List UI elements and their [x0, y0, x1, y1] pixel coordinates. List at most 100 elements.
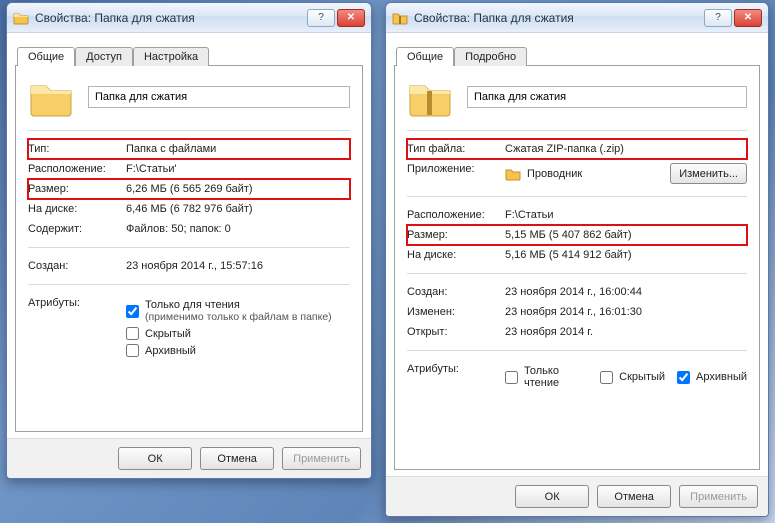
row-ondisk: На диске: 6,46 МБ (6 782 976 байт) — [28, 199, 350, 219]
type-value: Сжатая ZIP-папка (.zip) — [505, 143, 747, 155]
attr-readonly[interactable]: Только для чтения (применимо только к фа… — [126, 297, 350, 325]
attr-hidden-label: Скрытый — [619, 371, 665, 383]
attr-hidden-checkbox[interactable] — [126, 327, 139, 340]
created-label: Создан: — [407, 286, 499, 298]
ondisk-label: На диске: — [28, 203, 120, 215]
contains-value: Файлов: 50; папок: 0 — [126, 223, 350, 235]
attr-archive[interactable]: Архивный — [126, 342, 350, 359]
location-value: F:\Статьи' — [126, 163, 350, 175]
tab-general[interactable]: Общие — [17, 47, 75, 66]
help-button[interactable]: ? — [307, 9, 335, 27]
ondisk-value: 5,16 МБ (5 414 912 байт) — [505, 249, 747, 261]
row-attributes: Атрибуты: Только для чтения (применимо т… — [28, 293, 350, 363]
explorer-icon — [505, 166, 521, 182]
created-value: 23 ноября 2014 г., 15:57:16 — [126, 260, 350, 272]
apply-button[interactable]: Применить — [282, 447, 361, 470]
opened-value: 23 ноября 2014 г. — [505, 326, 747, 338]
dialog-footer: ОК Отмена Применить — [386, 476, 768, 516]
row-opened: Открыт: 23 ноября 2014 г. — [407, 322, 747, 342]
size-label: Размер: — [407, 229, 499, 241]
attributes-label: Атрибуты: — [407, 363, 499, 375]
row-type: Тип файла: Сжатая ZIP-папка (.zip) — [407, 139, 747, 159]
tabstrip: Общие Доступ Настройка — [7, 37, 371, 65]
close-button[interactable]: ✕ — [337, 9, 365, 27]
dialog-footer: ОК Отмена Применить — [7, 438, 371, 478]
row-created: Создан: 23 ноября 2014 г., 15:57:16 — [28, 256, 350, 276]
size-value: 6,26 МБ (6 565 269 байт) — [126, 183, 350, 195]
ondisk-value: 6,46 МБ (6 782 976 байт) — [126, 203, 350, 215]
attr-archive-checkbox[interactable] — [126, 344, 139, 357]
size-label: Размер: — [28, 183, 120, 195]
attr-hidden[interactable]: Скрытый — [600, 369, 665, 386]
opened-label: Открыт: — [407, 326, 499, 338]
row-attributes: Атрибуты: Только чтение Скрытый Архивный — [407, 359, 747, 395]
tab-details[interactable]: Подробно — [454, 47, 527, 66]
ok-button[interactable]: ОК — [515, 485, 589, 508]
attr-archive-checkbox[interactable] — [677, 371, 690, 384]
size-value: 5,15 МБ (5 407 862 байт) — [505, 229, 747, 241]
folder-large-icon — [28, 76, 74, 118]
zip-icon — [392, 10, 408, 26]
titlebar[interactable]: Свойства: Папка для сжатия ? ✕ — [386, 3, 768, 33]
location-value: F:\Статьи — [505, 209, 747, 221]
attr-readonly-checkbox[interactable] — [126, 305, 139, 318]
row-type: Тип: Папка с файлами — [28, 139, 350, 159]
close-button[interactable]: ✕ — [734, 9, 762, 27]
tab-panel-general: Тип: Папка с файлами Расположение: F:\Ст… — [15, 65, 363, 432]
row-contains: Содержит: Файлов: 50; папок: 0 — [28, 219, 350, 239]
properties-dialog-folder: Свойства: Папка для сжатия ? ✕ Общие Дос… — [6, 2, 372, 479]
modified-label: Изменен: — [407, 306, 499, 318]
row-location: Расположение: F:\Статьи' — [28, 159, 350, 179]
attr-readonly[interactable]: Только чтение — [505, 363, 588, 391]
created-value: 23 ноября 2014 г., 16:00:44 — [505, 286, 747, 298]
cancel-button[interactable]: Отмена — [597, 485, 671, 508]
attr-archive-label: Архивный — [696, 371, 747, 383]
zip-large-icon — [407, 76, 453, 118]
row-app: Приложение: Проводник Изменить... — [407, 159, 747, 188]
row-ondisk: На диске: 5,16 МБ (5 414 912 байт) — [407, 245, 747, 265]
window-controls: ? ✕ — [307, 9, 365, 27]
app-value: Проводник — [527, 168, 582, 180]
title-text: Свойства: Папка для сжатия — [35, 11, 301, 25]
row-created: Создан: 23 ноября 2014 г., 16:00:44 — [407, 282, 747, 302]
created-label: Создан: — [28, 260, 120, 272]
attr-hidden[interactable]: Скрытый — [126, 325, 350, 342]
attr-readonly-checkbox[interactable] — [505, 371, 518, 384]
app-label: Приложение: — [407, 163, 499, 175]
row-size: Размер: 6,26 МБ (6 565 269 байт) — [28, 179, 350, 199]
attributes-label: Атрибуты: — [28, 297, 120, 309]
attr-readonly-sub: (применимо только к файлам в папке) — [145, 311, 332, 323]
attr-archive[interactable]: Архивный — [677, 369, 747, 386]
modified-value: 23 ноября 2014 г., 16:01:30 — [505, 306, 747, 318]
cancel-button[interactable]: Отмена — [200, 447, 274, 470]
contains-label: Содержит: — [28, 223, 120, 235]
title-text: Свойства: Папка для сжатия — [414, 11, 698, 25]
row-modified: Изменен: 23 ноября 2014 г., 16:01:30 — [407, 302, 747, 322]
name-input[interactable] — [467, 86, 747, 108]
type-value: Папка с файлами — [126, 143, 350, 155]
attr-readonly-label: Только для чтения — [145, 299, 240, 311]
properties-dialog-zip: Свойства: Папка для сжатия ? ✕ Общие Под… — [385, 2, 769, 517]
help-button[interactable]: ? — [704, 9, 732, 27]
tab-panel-general: Тип файла: Сжатая ZIP-папка (.zip) Прило… — [394, 65, 760, 470]
attr-hidden-checkbox[interactable] — [600, 371, 613, 384]
tabstrip: Общие Подробно — [386, 37, 768, 65]
apply-button[interactable]: Применить — [679, 485, 758, 508]
titlebar[interactable]: Свойства: Папка для сжатия ? ✕ — [7, 3, 371, 33]
tab-general[interactable]: Общие — [396, 47, 454, 66]
name-field-wrapper — [467, 86, 747, 108]
attr-hidden-label: Скрытый — [145, 328, 191, 340]
name-input[interactable] — [88, 86, 350, 108]
row-size: Размер: 5,15 МБ (5 407 862 байт) — [407, 225, 747, 245]
row-location: Расположение: F:\Статьи — [407, 205, 747, 225]
location-label: Расположение: — [407, 209, 499, 221]
type-label: Тип файла: — [407, 143, 499, 155]
attr-archive-label: Архивный — [145, 345, 196, 357]
tab-access[interactable]: Доступ — [75, 47, 133, 66]
type-label: Тип: — [28, 143, 120, 155]
change-app-button[interactable]: Изменить... — [670, 163, 747, 184]
ok-button[interactable]: ОК — [118, 447, 192, 470]
folder-icon — [13, 10, 29, 26]
tab-settings[interactable]: Настройка — [133, 47, 209, 66]
window-controls: ? ✕ — [704, 9, 762, 27]
